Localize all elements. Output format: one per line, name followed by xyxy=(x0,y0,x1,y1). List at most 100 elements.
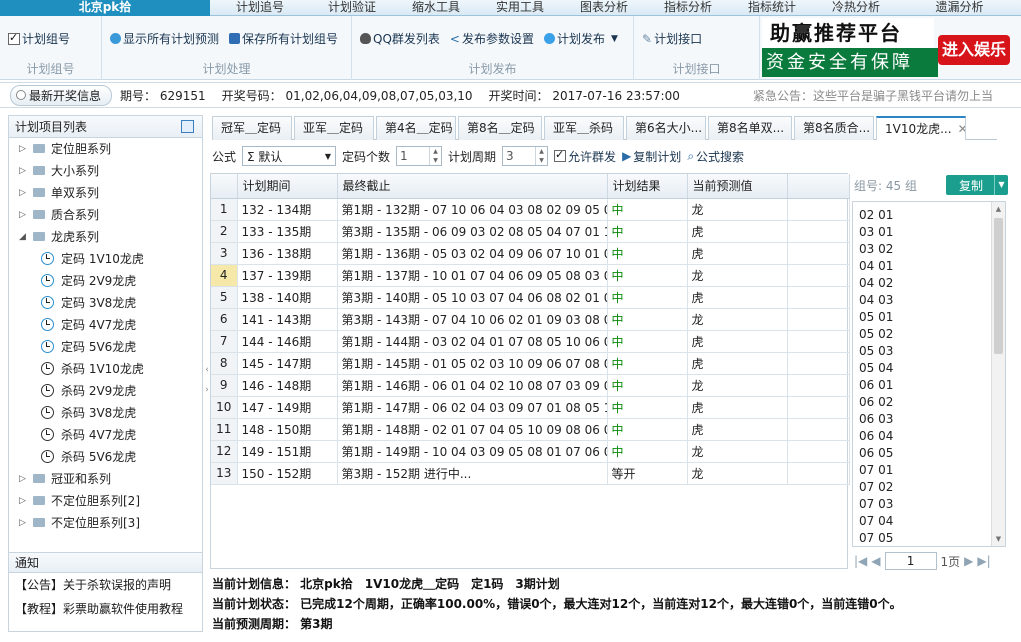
tree-item[interactable]: 定码 5V6龙虎 xyxy=(9,336,202,358)
menu-tab[interactable]: 指标分析 xyxy=(646,0,730,16)
count-stepper[interactable]: 1 ▲ ▼ xyxy=(396,146,443,166)
column-period[interactable]: 计划期间 xyxy=(237,174,338,199)
plan-publish-button[interactable]: 计划发布 ▼ xyxy=(543,30,618,47)
table-row[interactable]: 2 133 - 135期 第3期 - 135期 - 06 09 03 02 08 0… xyxy=(211,220,850,243)
qq-group-list-button[interactable]: QQ群发列表 xyxy=(360,30,440,47)
urgent-notice[interactable]: 紧急公告：这些平台是骗子黑钱平台请勿上当 xyxy=(753,87,1015,104)
table-row[interactable]: 13 150 - 152期 第3期 - 152期 进行中... 等开龙 xyxy=(211,462,850,485)
plan-tab[interactable]: 第6名大小... xyxy=(626,116,706,140)
list-item[interactable]: 04 03 xyxy=(853,292,1005,309)
save-all-groups-button[interactable]: 保存所有计划组号 xyxy=(229,30,338,47)
expand-right-icon[interactable]: ▷ xyxy=(19,160,26,182)
menu-tab[interactable]: 实用工具 xyxy=(478,0,562,16)
tree-item[interactable]: 杀码 1V10龙虎 xyxy=(9,358,202,380)
collapse-icon[interactable] xyxy=(181,120,194,133)
table-row[interactable]: 5 138 - 140期 第3期 - 140期 - 05 10 03 07 04 0… xyxy=(211,286,850,309)
next-page-icon[interactable]: ▶ xyxy=(964,554,973,568)
menu-tab[interactable]: 缩水工具 xyxy=(394,0,478,16)
list-item[interactable]: 07 04 xyxy=(853,513,1005,530)
close-icon[interactable]: ✕ xyxy=(958,122,965,136)
copy-button[interactable]: 复制 ▼ xyxy=(946,175,1008,195)
menu-tab[interactable]: 指标统计 xyxy=(730,0,814,16)
last-page-icon[interactable]: ▶| xyxy=(977,554,990,568)
menu-tab[interactable]: 计划追号 xyxy=(210,0,310,16)
expand-right-icon[interactable]: ▷ xyxy=(19,138,26,160)
prev-page-icon[interactable]: ◀ xyxy=(871,554,880,568)
scroll-up-icon[interactable]: ▲ xyxy=(992,203,1005,215)
show-all-predictions-button[interactable]: 显示所有计划预测 xyxy=(110,30,219,47)
stepper-arrows-icon[interactable]: ▲ ▼ xyxy=(535,147,547,165)
table-row[interactable]: 4 137 - 139期 第1期 - 137期 - 10 01 07 04 06 0… xyxy=(211,264,850,287)
table-row[interactable]: 8 145 - 147期 第1期 - 145期 - 01 05 02 03 10 0… xyxy=(211,352,850,375)
list-item[interactable]: 07 05 xyxy=(853,530,1005,546)
enter-button[interactable]: 进入娱乐 xyxy=(938,35,1010,65)
latest-draw-button[interactable]: 最新开奖信息 xyxy=(10,84,113,106)
plan-interface-button[interactable]: ✎ 计划接口 xyxy=(642,30,702,47)
allow-group-checkbox[interactable]: 允许群发 xyxy=(554,148,616,165)
list-item[interactable]: 03 01 xyxy=(853,224,1005,241)
list-item[interactable]: 06 03 xyxy=(853,411,1005,428)
first-page-icon[interactable]: |◀ xyxy=(854,554,867,568)
menu-tab[interactable]: 北京pk拾 xyxy=(0,0,210,16)
list-item[interactable]: 07 01 xyxy=(853,462,1005,479)
page-input[interactable]: 1 xyxy=(884,552,937,570)
publish-settings-button[interactable]: < 发布参数设置 xyxy=(450,30,534,47)
plan-tab[interactable]: 亚军＿杀码 xyxy=(544,116,624,140)
tree-group[interactable]: ▷ 冠亚和系列 xyxy=(9,468,202,490)
list-item[interactable]: 04 02 xyxy=(853,275,1005,292)
tree-item[interactable]: 杀码 4V7龙虎 xyxy=(9,424,202,446)
tree-item[interactable]: 定码 4V7龙虎 xyxy=(9,314,202,336)
table-row[interactable]: 9 146 - 148期 第1期 - 146期 - 06 01 04 02 10 0… xyxy=(211,374,850,397)
scrollbar[interactable]: ▲ ▼ xyxy=(991,202,1005,546)
expand-right-icon[interactable]: ▷ xyxy=(19,468,26,490)
plan-tab[interactable]: 第4名＿定码 xyxy=(376,116,456,140)
plan-tab[interactable]: 冠军＿定码 xyxy=(212,116,292,140)
tree-group[interactable]: ▷ 质合系列 xyxy=(9,204,202,226)
chevron-down-icon[interactable]: ▼ xyxy=(994,175,1008,195)
menu-tab[interactable]: 计划验证 xyxy=(310,0,394,16)
plan-tab[interactable]: 亚军＿定码 xyxy=(294,116,374,140)
tree-group[interactable]: ▷ 单双系列 xyxy=(9,182,202,204)
expand-right-icon[interactable]: ▷ xyxy=(19,490,26,512)
scroll-down-icon[interactable]: ▼ xyxy=(992,533,1005,545)
scroll-thumb[interactable] xyxy=(994,218,1003,354)
ad-banner[interactable]: 助赢推荐平台 资金安全有保障 进入娱乐 xyxy=(762,18,1012,78)
notice-item[interactable]: 【教程】彩票助赢软件使用教程 xyxy=(9,597,202,621)
menu-tab[interactable]: 遗漏分析 xyxy=(898,0,1021,16)
list-item[interactable]: 07 03 xyxy=(853,496,1005,513)
list-item[interactable]: 03 02 xyxy=(853,241,1005,258)
list-item[interactable]: 05 03 xyxy=(853,343,1005,360)
tree-group[interactable]: ▷ 不定位胆系列[2] xyxy=(9,490,202,512)
list-item[interactable]: 04 01 xyxy=(853,258,1005,275)
expand-down-icon[interactable]: ◢ xyxy=(19,226,26,248)
plan-number-button[interactable]: 计划组号 xyxy=(8,30,70,47)
notice-item[interactable]: 【公告】关于杀软误报的声明 xyxy=(9,573,202,597)
list-item[interactable]: 06 01 xyxy=(853,377,1005,394)
list-item[interactable]: 05 02 xyxy=(853,326,1005,343)
table-row[interactable]: 12 149 - 151期 第1期 - 149期 - 10 04 03 09 05 … xyxy=(211,440,850,463)
plan-tab[interactable]: 第8名质合... xyxy=(794,116,874,140)
list-item[interactable]: 02 01 xyxy=(853,207,1005,224)
expand-right-icon[interactable]: ▷ xyxy=(19,512,26,534)
table-row[interactable]: 10 147 - 149期 第1期 - 147期 - 06 02 04 03 09 … xyxy=(211,396,850,419)
cycle-stepper[interactable]: 3 ▲ ▼ xyxy=(502,146,549,166)
formula-select[interactable]: Σ 默认 ▼ xyxy=(242,146,337,166)
menu-tab[interactable]: 冷热分析 xyxy=(814,0,898,16)
column-deadline[interactable]: 最终截止 xyxy=(337,174,608,199)
tree-group[interactable]: ▷ 定位胆系列 xyxy=(9,138,202,160)
list-item[interactable]: 06 05 xyxy=(853,445,1005,462)
table-row[interactable]: 7 144 - 146期 第1期 - 144期 - 03 02 04 01 07 0… xyxy=(211,330,850,353)
tree-group[interactable]: ▷ 不定位胆系列[3] xyxy=(9,512,202,534)
tree-item[interactable]: 定码 2V9龙虎 xyxy=(9,270,202,292)
column-result[interactable]: 计划结果 xyxy=(607,174,688,199)
stepper-arrows-icon[interactable]: ▲ ▼ xyxy=(429,147,441,165)
tree-group[interactable]: ◢ 龙虎系列 xyxy=(9,226,202,248)
group-number-list[interactable]: 02 01 03 01 03 02 04 01 04 02 04 03 05 01 05 02… xyxy=(852,201,1006,547)
table-row[interactable]: 1 132 - 134期 第1期 - 132期 - 07 10 06 04 03 0… xyxy=(211,198,850,221)
plan-tab[interactable]: 第8名＿定码 xyxy=(458,116,542,140)
expand-right-icon[interactable]: ▷ xyxy=(19,204,26,226)
list-item[interactable]: 06 04 xyxy=(853,428,1005,445)
table-row[interactable]: 6 141 - 143期 第3期 - 143期 - 07 04 10 06 02 0… xyxy=(211,308,850,331)
table-row[interactable]: 3 136 - 138期 第1期 - 136期 - 05 03 02 04 09 0… xyxy=(211,242,850,265)
list-item[interactable]: 07 02 xyxy=(853,479,1005,496)
